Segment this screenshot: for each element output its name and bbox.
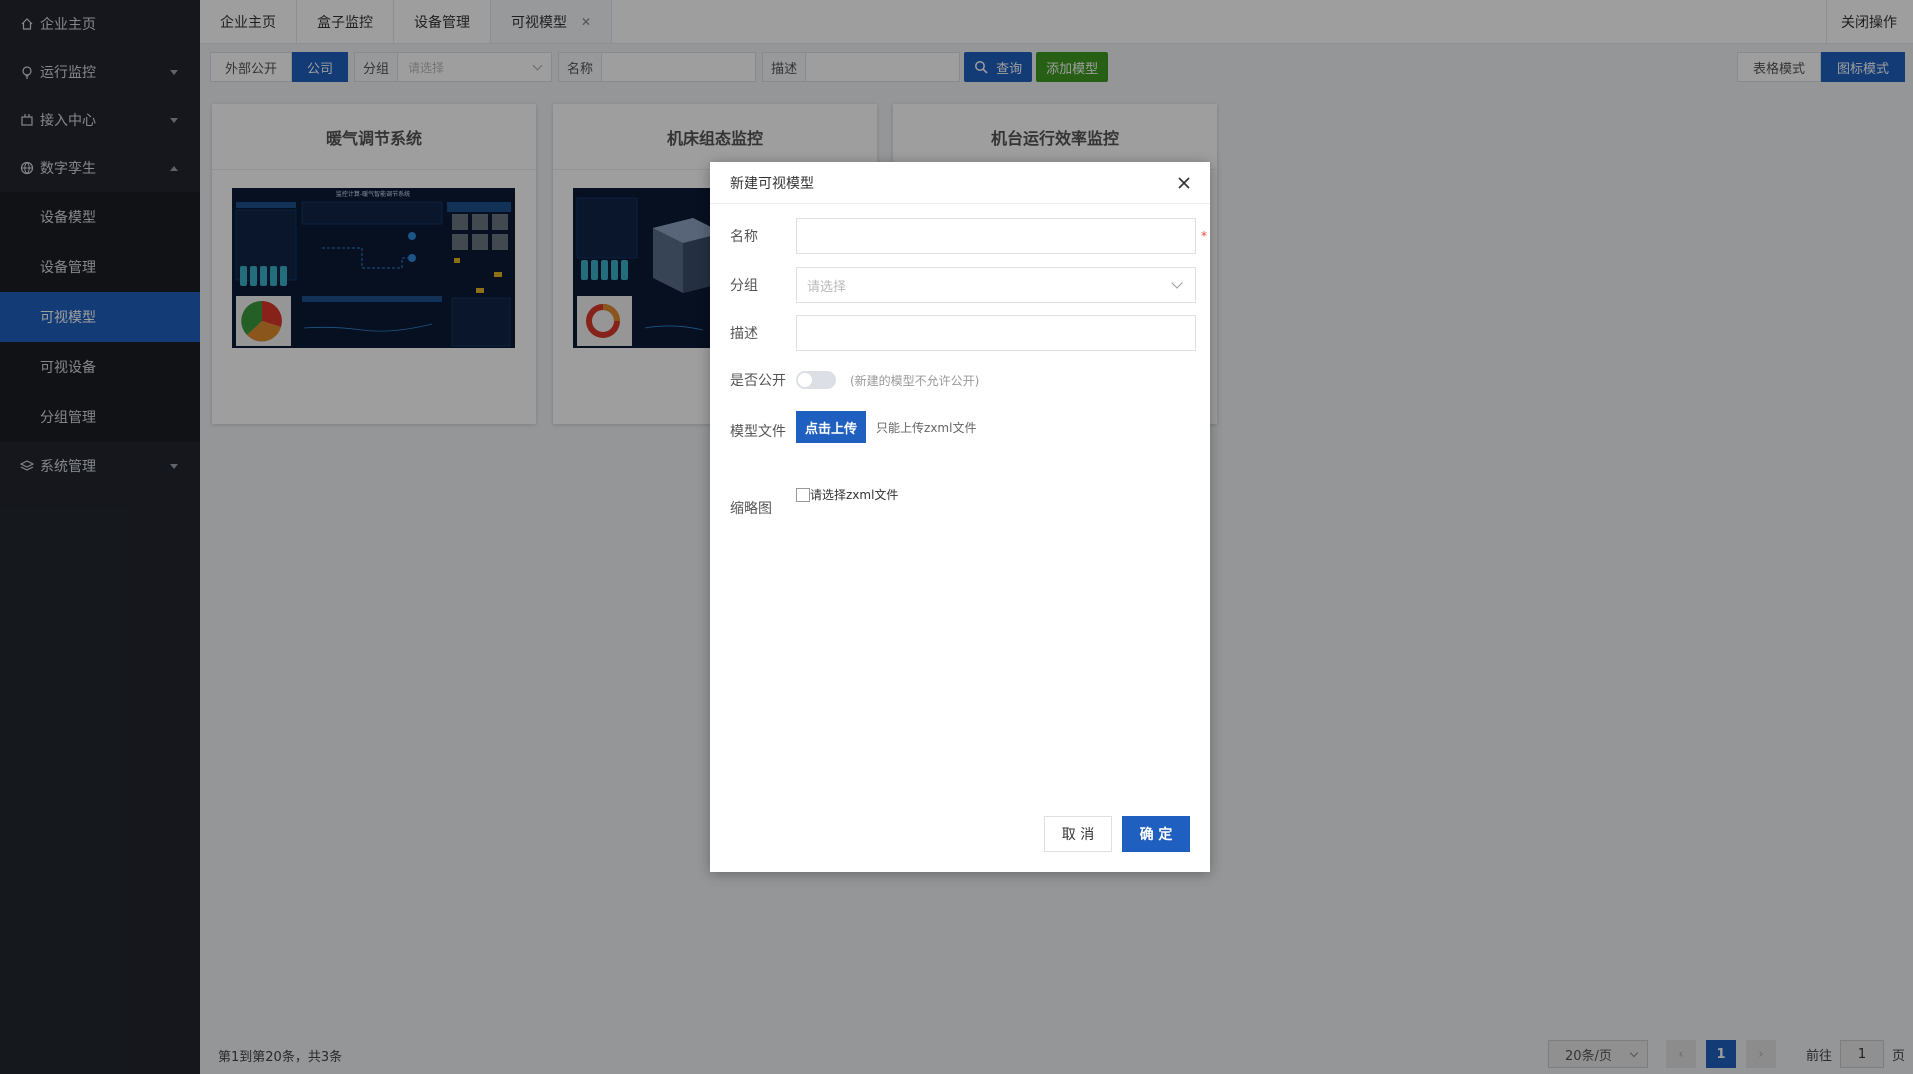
public-label: 是否公开 [730, 373, 786, 389]
close-icon[interactable] [1176, 175, 1192, 191]
name-input[interactable] [796, 218, 1196, 254]
desc-input[interactable] [796, 315, 1196, 351]
thumbnail-label: 缩略图 [730, 501, 772, 517]
required-mark: * [1201, 229, 1207, 243]
chevron-down-icon [1171, 277, 1183, 289]
upload-button[interactable]: 点击上传 [796, 411, 867, 443]
dialog-title: 新建可视模型 [730, 175, 814, 192]
form-row-thumbnail: 缩略图 请选择zxml文件 [730, 486, 898, 518]
form-row-group: 分组 请选择 [730, 267, 1196, 303]
group-select[interactable]: 请选择 [796, 267, 1196, 303]
form-row-desc: 描述 [730, 315, 1196, 351]
file-label: 模型文件 [730, 424, 786, 440]
cancel-button[interactable]: 取 消 [1044, 816, 1112, 852]
form-row-file: 模型文件 点击上传 只能上传zxml文件 [730, 411, 976, 443]
dialog-footer: 取 消 确 定 [1044, 816, 1190, 852]
thumbnail-checkbox-group: 请选择zxml文件 [796, 486, 898, 503]
new-visual-model-dialog: 新建可视模型 名称 * 分组 请选择 描述 是否公开 (新建的模型不允许公开) … [710, 162, 1210, 872]
dialog-header: 新建可视模型 [710, 162, 1210, 204]
form-row-public: 是否公开 (新建的模型不允许公开) [730, 370, 979, 390]
thumbnail-checkbox-label: 请选择zxml文件 [810, 488, 899, 502]
form-row-name: 名称 * [730, 218, 1207, 254]
group-placeholder: 请选择 [807, 279, 847, 295]
desc-label: 描述 [730, 326, 758, 342]
name-label: 名称 [730, 229, 758, 245]
public-hint: (新建的模型不允许公开) [850, 373, 980, 388]
group-label: 分组 [730, 278, 758, 294]
confirm-button[interactable]: 确 定 [1122, 816, 1190, 852]
thumbnail-checkbox[interactable] [796, 487, 810, 502]
public-toggle[interactable] [796, 371, 836, 389]
upload-hint: 只能上传zxml文件 [876, 420, 977, 435]
